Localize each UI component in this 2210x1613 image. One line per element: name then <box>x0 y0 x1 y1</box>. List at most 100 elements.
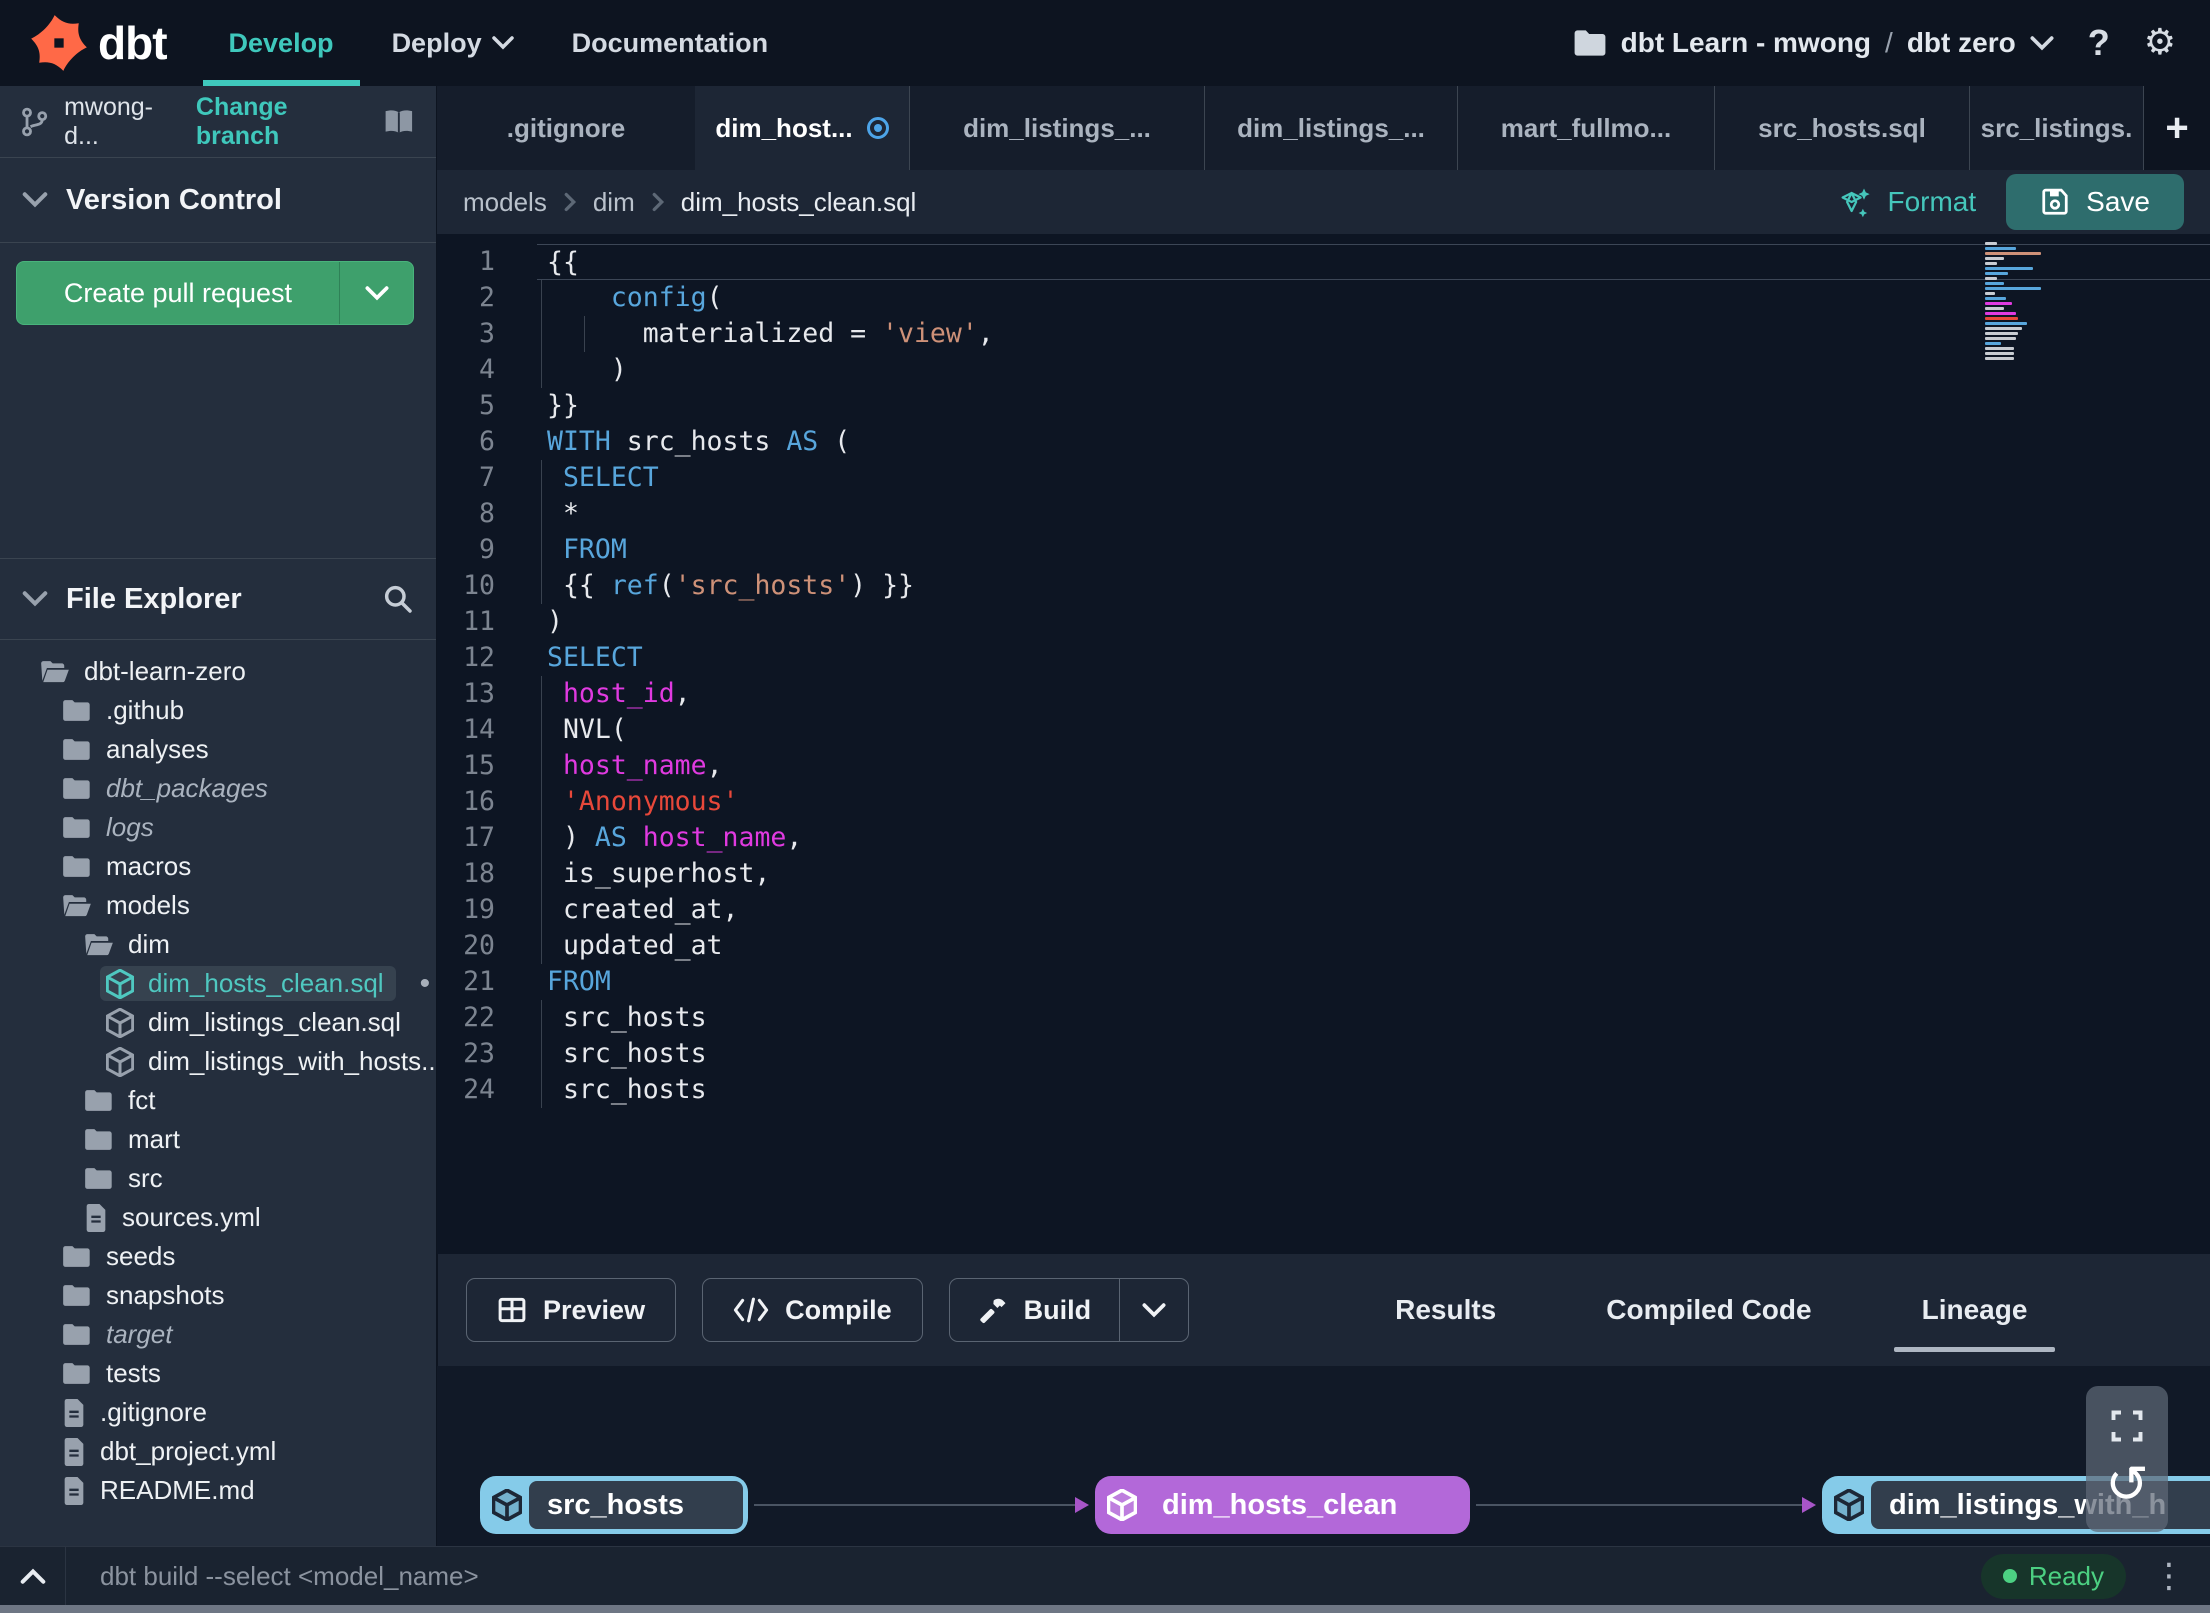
file-tree-item[interactable]: dim_listings_with_hosts... <box>0 1042 443 1081</box>
editor-tab[interactable]: dim_listings_... <box>1205 86 1458 170</box>
editor-actions: Format Save <box>1837 174 2184 230</box>
editor-tab[interactable]: src_listings. <box>1970 86 2144 170</box>
tab-compiled-code[interactable]: Compiled Code <box>1606 1254 1811 1366</box>
change-branch-link[interactable]: Change branch <box>196 93 366 151</box>
command-input[interactable]: dbt build --select <model_name> <box>100 1561 479 1592</box>
file-name: macros <box>106 851 192 881</box>
file-tree-item[interactable]: dim_listings_clean.sql <box>0 1003 436 1042</box>
lineage-node[interactable]: src_hosts <box>480 1476 748 1534</box>
code-text: host_id, <box>537 676 2210 712</box>
code-text: created_at, <box>537 892 2210 928</box>
code-lines: 1{{2 config(3 materialized = 'view', 4 ) 5… <box>437 244 2210 1108</box>
code-editor[interactable]: 1{{2 config(3 materialized = 'view', 4 ) 5… <box>437 234 2210 1254</box>
build-button[interactable]: Build <box>950 1279 1120 1341</box>
preview-button[interactable]: Preview <box>466 1278 677 1342</box>
file-name: mart <box>128 1124 180 1154</box>
file-tree-item[interactable]: dim_hosts_clean.sql • <box>0 964 436 1003</box>
file-tree-item[interactable]: models <box>0 886 436 925</box>
file-tree-item[interactable]: dbt_packages <box>0 769 436 808</box>
file-tree-item[interactable]: dbt_project.yml <box>0 1432 436 1471</box>
build-button-group: Build <box>948 1278 1190 1342</box>
line-number: 9 <box>479 534 495 565</box>
line-number: 20 <box>463 930 495 961</box>
minimap-line <box>1985 347 2014 350</box>
bottom-scrollbar[interactable] <box>0 1605 2210 1613</box>
build-dropdown[interactable] <box>1119 1279 1188 1341</box>
compile-button[interactable]: Compile <box>702 1278 923 1342</box>
project-selector[interactable]: dbt Learn - mwong / dbt zero <box>1573 27 2054 59</box>
editor-tab[interactable]: dim_host... <box>695 86 910 170</box>
code-text: {{ ref('src_hosts') }} <box>537 568 2210 604</box>
file-tree-item[interactable]: fct <box>0 1081 436 1120</box>
file-tree-item[interactable]: mart <box>0 1120 436 1159</box>
breadcrumb-models[interactable]: models <box>463 187 547 218</box>
file-tree-item[interactable]: .github <box>0 691 436 730</box>
lineage-node[interactable]: dim_hosts_clean <box>1095 1476 1470 1534</box>
model-cube-icon <box>1100 1489 1144 1521</box>
file-tree-item[interactable]: macros <box>0 847 436 886</box>
breadcrumb-dim[interactable]: dim <box>593 187 635 218</box>
file-tree-item[interactable]: tests <box>0 1354 436 1393</box>
editor-minimap[interactable] <box>1985 242 2045 362</box>
unsaved-indicator-icon <box>866 117 889 139</box>
code-line: 19 created_at, <box>437 892 2210 928</box>
editor-tab[interactable]: src_hosts.sql <box>1715 86 1970 170</box>
tab-label: src_listings. <box>1980 112 2133 143</box>
file-tree-item[interactable]: seeds <box>0 1237 436 1276</box>
file-tree-item[interactable]: target <box>0 1315 436 1354</box>
nav-deploy[interactable]: Deploy <box>392 0 514 86</box>
file-tree-item[interactable]: .gitignore <box>0 1393 436 1432</box>
code-line: 23 src_hosts <box>437 1036 2210 1072</box>
file-explorer-header[interactable]: File Explorer <box>0 558 436 640</box>
docs-book-icon[interactable] <box>382 107 416 137</box>
file-tree-item[interactable]: snapshots <box>0 1276 436 1315</box>
editor-tab[interactable]: dim_listings_... <box>910 86 1205 170</box>
file-tree-item[interactable]: dim <box>0 925 436 964</box>
indent-guide <box>541 748 542 784</box>
file-tree-item[interactable]: dbt-learn-zero <box>0 652 436 691</box>
minimap-line <box>1985 307 2004 310</box>
indent-guide <box>541 568 542 604</box>
line-number: 12 <box>463 642 495 673</box>
help-icon[interactable]: ? <box>2088 25 2110 61</box>
command-bar-toggle[interactable] <box>0 1547 66 1605</box>
reset-view-icon[interactable]: ↺ <box>2105 1459 2149 1511</box>
file-tree-item[interactable]: analyses <box>0 730 436 769</box>
format-button[interactable]: Format <box>1837 184 1976 220</box>
tree-item-pill: analyses <box>56 732 221 767</box>
save-button[interactable]: Save <box>2006 174 2184 230</box>
kebab-menu-icon[interactable]: ⋮ <box>2152 1558 2186 1593</box>
chevron-down-icon <box>364 285 389 300</box>
status-badge: Ready <box>1980 1553 2126 1599</box>
minimap-line <box>1985 302 2012 305</box>
tree-item-pill: dim_listings_clean.sql <box>100 1005 413 1040</box>
tab-label: mart_fullmo... <box>1500 112 1672 143</box>
minimap-line <box>1985 342 2002 345</box>
editor-tab[interactable]: mart_fullmo... <box>1458 86 1715 170</box>
fullscreen-icon[interactable] <box>2109 1408 2145 1444</box>
tree-item-pill: .github <box>56 693 196 728</box>
tab-lineage[interactable]: Lineage <box>1893 1254 2056 1366</box>
pull-request-dropdown[interactable] <box>339 262 413 324</box>
file-name: tests <box>106 1358 161 1388</box>
file-tree-item[interactable]: logs <box>0 808 436 847</box>
file-tree-item[interactable]: sources.yml <box>0 1198 436 1237</box>
search-icon[interactable] <box>382 583 414 615</box>
model-cube-icon <box>106 968 134 999</box>
file-tree-item[interactable]: src <box>0 1159 436 1198</box>
nav-documentation[interactable]: Documentation <box>572 0 769 86</box>
file-tree-item[interactable]: README.md <box>0 1471 436 1510</box>
new-tab-button[interactable]: + <box>2144 86 2210 170</box>
pull-request-area: Create pull request <box>0 243 436 343</box>
tab-label: dim_listings_... <box>963 112 1151 143</box>
editor-tab[interactable]: .gitignore <box>437 86 695 170</box>
model-cube-icon <box>1827 1489 1871 1521</box>
minimap-line <box>1985 337 2017 340</box>
settings-gear-icon[interactable]: ⚙ <box>2144 25 2176 61</box>
dbt-logo[interactable]: dbt <box>0 14 193 72</box>
create-pull-request-button[interactable]: Create pull request <box>16 261 414 325</box>
tab-results[interactable]: Results <box>1395 1254 1496 1366</box>
nav-develop[interactable]: Develop <box>202 0 360 86</box>
file-icon <box>64 1437 84 1466</box>
version-control-header[interactable]: Version Control <box>0 158 436 243</box>
